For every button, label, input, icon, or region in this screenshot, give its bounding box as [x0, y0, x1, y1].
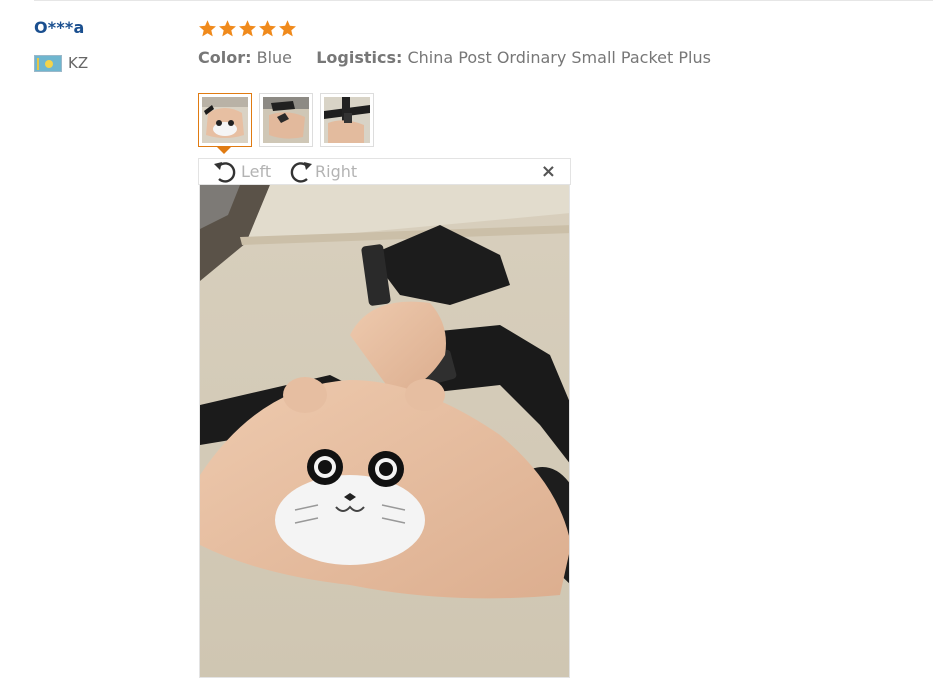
star-rating — [198, 19, 297, 38]
kazakhstan-flag-icon — [34, 54, 62, 72]
star-icon — [219, 20, 236, 37]
reviewer-country: KZ — [34, 54, 88, 72]
photo-viewer-toolbar: Left Right × — [198, 158, 571, 185]
star-icon — [239, 20, 256, 37]
rotate-right-label: Right — [315, 162, 358, 181]
attr-logistics-value: China Post Ordinary Small Packet Plus — [407, 48, 711, 67]
attr-color-value: Blue — [256, 48, 292, 67]
thumbnail-image — [263, 97, 309, 143]
rotate-right-button[interactable]: Right — [285, 159, 357, 184]
star-icon — [259, 20, 276, 37]
attr-logistics-label: Logistics: — [316, 48, 403, 67]
reviewer-name: O***a — [34, 18, 85, 37]
review-photo-large — [199, 185, 570, 678]
rotate-left-button[interactable]: Left — [211, 159, 271, 184]
star-icon — [279, 20, 296, 37]
review-attributes: Color: Blue Logistics: China Post Ordina… — [198, 48, 711, 67]
thumbnail-image — [324, 97, 370, 143]
product-photo — [200, 185, 569, 677]
top-divider — [34, 0, 933, 1]
attr-color-label: Color: — [198, 48, 252, 67]
rotate-right-icon — [290, 161, 312, 183]
rotate-left-label: Left — [241, 162, 272, 181]
photo-thumbnails — [198, 93, 374, 147]
country-code: KZ — [68, 54, 89, 72]
thumbnail-1[interactable] — [198, 93, 252, 147]
star-icon — [199, 20, 216, 37]
thumbnail-3[interactable] — [320, 93, 374, 147]
thumbnail-image — [202, 97, 248, 143]
rotate-left-icon — [214, 161, 236, 183]
thumbnail-2[interactable] — [259, 93, 313, 147]
close-icon[interactable]: × — [541, 162, 556, 182]
selected-thumbnail-caret — [217, 147, 231, 154]
